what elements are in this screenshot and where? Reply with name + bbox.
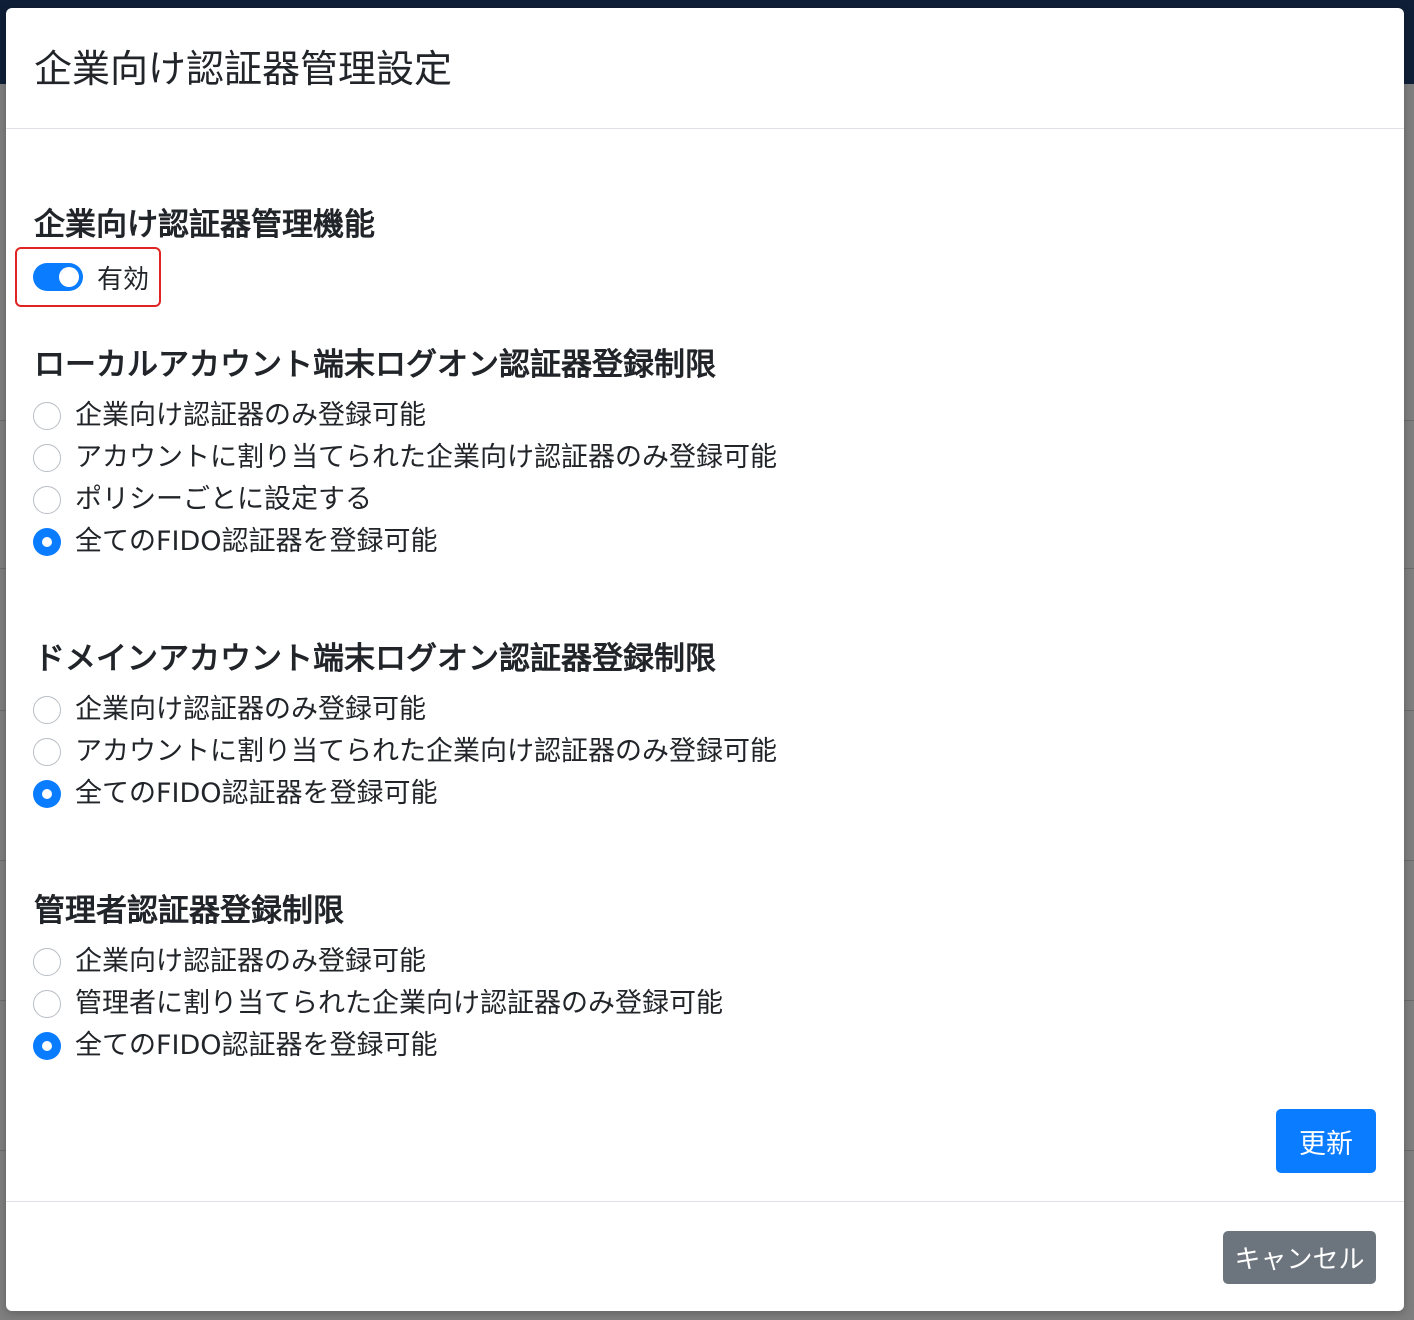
domain-account-option-3[interactable]: 全てのFIDO認証器を登録可能 <box>33 777 933 813</box>
radio-button[interactable] <box>33 402 61 430</box>
settings-modal: 企業向け認証器管理設定 企業向け認証器管理機能 有効 ローカルアカウント端末ログ… <box>6 8 1404 1311</box>
admin-heading: 管理者認証器登録制限 <box>34 893 344 929</box>
radio-label: 企業向け認証器のみ登録可能 <box>75 946 426 977</box>
radio-button-checked[interactable] <box>33 780 61 808</box>
local-account-option-2[interactable]: アカウントに割り当てられた企業向け認証器のみ登録可能 <box>33 441 933 477</box>
radio-button[interactable] <box>33 990 61 1018</box>
admin-option-1[interactable]: 企業向け認証器のみ登録可能 <box>33 945 933 981</box>
radio-label: 全てのFIDO認証器を登録可能 <box>75 778 438 809</box>
radio-label: アカウントに割り当てられた企業向け認証器のみ登録可能 <box>75 736 777 767</box>
local-account-option-1[interactable]: 企業向け認証器のみ登録可能 <box>33 399 933 435</box>
domain-account-option-2[interactable]: アカウントに割り当てられた企業向け認証器のみ登録可能 <box>33 735 933 771</box>
modal-header: 企業向け認証器管理設定 <box>6 8 1404 129</box>
radio-label: 管理者に割り当てられた企業向け認証器のみ登録可能 <box>75 988 723 1019</box>
modal-footer-divider <box>6 1201 1404 1202</box>
modal-title: 企業向け認証器管理設定 <box>34 47 453 91</box>
domain-account-option-1[interactable]: 企業向け認証器のみ登録可能 <box>33 693 933 729</box>
radio-button-checked[interactable] <box>33 528 61 556</box>
admin-option-3[interactable]: 全てのFIDO認証器を登録可能 <box>33 1029 933 1065</box>
radio-button[interactable] <box>33 696 61 724</box>
radio-label: 企業向け認証器のみ登録可能 <box>75 400 426 431</box>
domain-account-heading: ドメインアカウント端末ログオン認証器登録制限 <box>34 641 716 677</box>
local-account-heading: ローカルアカウント端末ログオン認証器登録制限 <box>34 347 716 383</box>
toggle-knob <box>59 267 79 287</box>
radio-button[interactable] <box>33 738 61 766</box>
radio-button[interactable] <box>33 444 61 472</box>
feature-heading: 企業向け認証器管理機能 <box>34 207 375 243</box>
radio-button[interactable] <box>33 948 61 976</box>
local-account-option-3[interactable]: ポリシーごとに設定する <box>33 483 933 519</box>
radio-button[interactable] <box>33 486 61 514</box>
radio-button-checked[interactable] <box>33 1032 61 1060</box>
feature-toggle-switch[interactable] <box>33 263 83 291</box>
cancel-button[interactable]: キャンセル <box>1223 1231 1376 1284</box>
radio-label: 全てのFIDO認証器を登録可能 <box>75 526 438 557</box>
radio-label: アカウントに割り当てられた企業向け認証器のみ登録可能 <box>75 442 777 473</box>
admin-option-2[interactable]: 管理者に割り当てられた企業向け認証器のみ登録可能 <box>33 987 933 1023</box>
feature-toggle-label[interactable]: 有効 <box>97 259 149 296</box>
radio-label: ポリシーごとに設定する <box>75 484 372 515</box>
update-button[interactable]: 更新 <box>1276 1109 1376 1173</box>
radio-label: 企業向け認証器のみ登録可能 <box>75 694 426 725</box>
radio-label: 全てのFIDO認証器を登録可能 <box>75 1030 438 1061</box>
local-account-option-4[interactable]: 全てのFIDO認証器を登録可能 <box>33 525 933 561</box>
